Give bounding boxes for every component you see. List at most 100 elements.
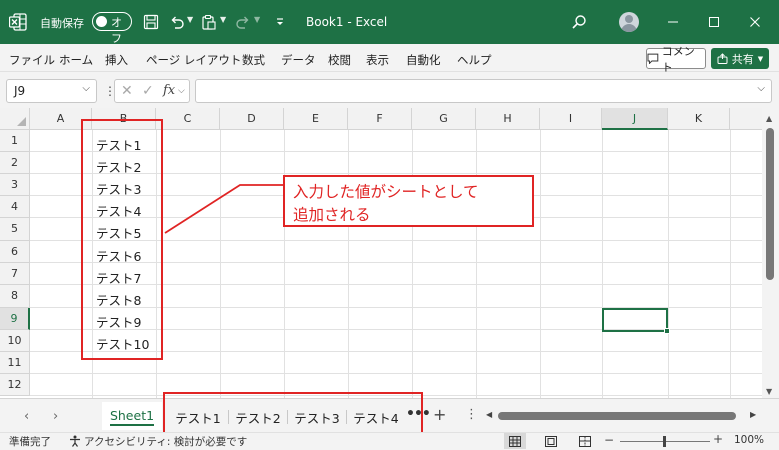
tab-data[interactable]: データ [281, 52, 316, 68]
gridline [220, 130, 221, 398]
callout-line-1: 入力した値がシートとして [293, 183, 479, 201]
cancel-entry-icon[interactable]: ✕ [121, 83, 133, 99]
formula-input[interactable]: ⌵ [195, 79, 772, 103]
paste-caret-icon[interactable]: ▼ [220, 15, 226, 24]
maximize-icon[interactable] [701, 10, 727, 34]
gridline [284, 130, 285, 398]
accessibility-status[interactable]: アクセシビリティ: 検討が必要です [84, 434, 247, 449]
zoom-in-icon[interactable]: + [713, 432, 723, 446]
tab-insert[interactable]: 挿入 [105, 52, 128, 68]
row-header-10[interactable]: 10 [0, 330, 30, 352]
column-header-e[interactable]: E [284, 108, 348, 130]
tab-review[interactable]: 校閲 [328, 52, 351, 68]
ready-status: 準備完了 [9, 436, 51, 448]
scroll-right-icon[interactable]: ▶ [750, 410, 756, 419]
chevron-down-icon[interactable]: ⌵ [82, 83, 90, 94]
vertical-scroll-thumb[interactable] [766, 128, 774, 280]
active-cell-j9[interactable] [602, 308, 670, 334]
undo-caret-icon[interactable]: ▼ [187, 15, 193, 24]
sheet-tab-label: Sheet1 [109, 408, 155, 423]
insert-function-icon[interactable]: fx [163, 83, 175, 98]
sheet-options-icon[interactable]: ⋮ [465, 407, 478, 422]
scroll-up-icon[interactable]: ▲ [766, 114, 772, 123]
row-header-1[interactable]: 1 [0, 130, 30, 152]
tab-view[interactable]: 表示 [366, 52, 389, 68]
row-header-12[interactable]: 12 [0, 374, 30, 396]
column-header-d[interactable]: D [220, 108, 284, 130]
add-sheet-icon[interactable]: + [433, 405, 446, 424]
share-button[interactable]: 共有 ▼ [711, 48, 769, 69]
share-label: 共有 [731, 52, 754, 66]
tab-help[interactable]: ヘルプ [457, 52, 492, 68]
sheet-tab-sheet1[interactable]: Sheet1 [102, 402, 162, 430]
select-all-corner[interactable] [0, 108, 30, 130]
search-icon[interactable] [570, 13, 588, 31]
row-header-2[interactable]: 2 [0, 152, 30, 174]
column-header-partial[interactable] [730, 108, 762, 130]
scroll-down-icon[interactable]: ▼ [766, 387, 772, 396]
prev-sheet-icon[interactable]: ‹ [24, 409, 29, 424]
redo-icon[interactable] [234, 13, 252, 31]
row-header-8[interactable]: 8 [0, 285, 30, 308]
normal-view-icon[interactable] [504, 433, 526, 449]
row-header-6[interactable]: 6 [0, 241, 30, 263]
ribbon-tabs: ファイル ホーム 挿入 ページ レイアウト 数式 データ 校閲 表示 自動化 ヘ… [0, 44, 779, 74]
gridline [668, 130, 669, 398]
save-icon[interactable] [142, 13, 160, 31]
comment-label: コメント [661, 44, 695, 74]
row-header-5[interactable]: 5 [0, 218, 30, 241]
undo-icon[interactable] [168, 13, 186, 31]
close-icon[interactable] [742, 10, 768, 34]
formula-tools: ✕ ✓ fx ⌵ [114, 79, 190, 103]
name-box-value: J9 [14, 84, 26, 98]
callout-line-2: 追加される [293, 206, 371, 224]
document-title: Book1 - Excel [306, 15, 388, 29]
redo-caret-icon[interactable]: ▼ [254, 15, 260, 24]
page-layout-view-icon[interactable] [540, 433, 562, 449]
tab-page-layout[interactable]: ページ レイアウト [146, 52, 241, 68]
row-header-4[interactable]: 4 [0, 196, 30, 218]
column-header-i[interactable]: I [540, 108, 602, 130]
minimize-icon[interactable] [660, 10, 686, 34]
zoom-slider-thumb[interactable] [663, 436, 666, 447]
tab-formulas[interactable]: 数式 [242, 52, 265, 68]
column-header-c[interactable]: C [156, 108, 220, 130]
accessibility-icon[interactable] [69, 435, 81, 447]
tab-file[interactable]: ファイル [9, 52, 55, 68]
toggle-knob [96, 15, 107, 27]
tab-home[interactable]: ホーム [59, 52, 93, 68]
gridline [412, 130, 413, 398]
scroll-left-icon[interactable]: ◀ [486, 410, 492, 419]
confirm-entry-icon[interactable]: ✓ [142, 83, 154, 99]
customize-toolbar-icon[interactable] [271, 13, 289, 31]
row-header-7[interactable]: 7 [0, 263, 30, 285]
fx-caret-icon[interactable]: ⌵ [178, 86, 185, 96]
name-box[interactable]: J9 ⌵ [6, 79, 97, 103]
autosave-label: 自動保存 [40, 17, 84, 30]
zoom-level[interactable]: 100% [734, 434, 764, 446]
row-header-3[interactable]: 3 [0, 174, 30, 196]
paste-icon[interactable] [200, 13, 218, 31]
page-break-view-icon[interactable] [574, 433, 596, 449]
tab-automate[interactable]: 自動化 [406, 52, 441, 68]
next-sheet-icon[interactable]: › [53, 409, 58, 424]
gridline [30, 373, 762, 374]
row-header-11[interactable]: 11 [0, 352, 30, 374]
gridline [602, 130, 603, 398]
column-header-f[interactable]: F [348, 108, 412, 130]
horizontal-scroll-thumb[interactable] [498, 412, 736, 420]
autosave-state: オフ [111, 16, 122, 45]
row-header-9[interactable]: 9 [0, 308, 30, 330]
autosave-toggle[interactable]: オフ [92, 12, 132, 45]
user-avatar[interactable] [619, 12, 639, 32]
column-header-h[interactable]: H [476, 108, 540, 130]
comment-button[interactable]: コメント [646, 45, 706, 74]
column-header-g[interactable]: G [412, 108, 476, 130]
zoom-out-icon[interactable]: − [604, 433, 614, 447]
gridline [348, 130, 349, 398]
expand-formula-icon[interactable]: ⌵ [757, 83, 765, 94]
column-header-k[interactable]: K [668, 108, 730, 130]
column-header-j[interactable]: J [602, 108, 668, 130]
fill-handle[interactable] [664, 328, 670, 334]
vertical-scrollbar[interactable]: ▲ ▼ [762, 108, 779, 398]
